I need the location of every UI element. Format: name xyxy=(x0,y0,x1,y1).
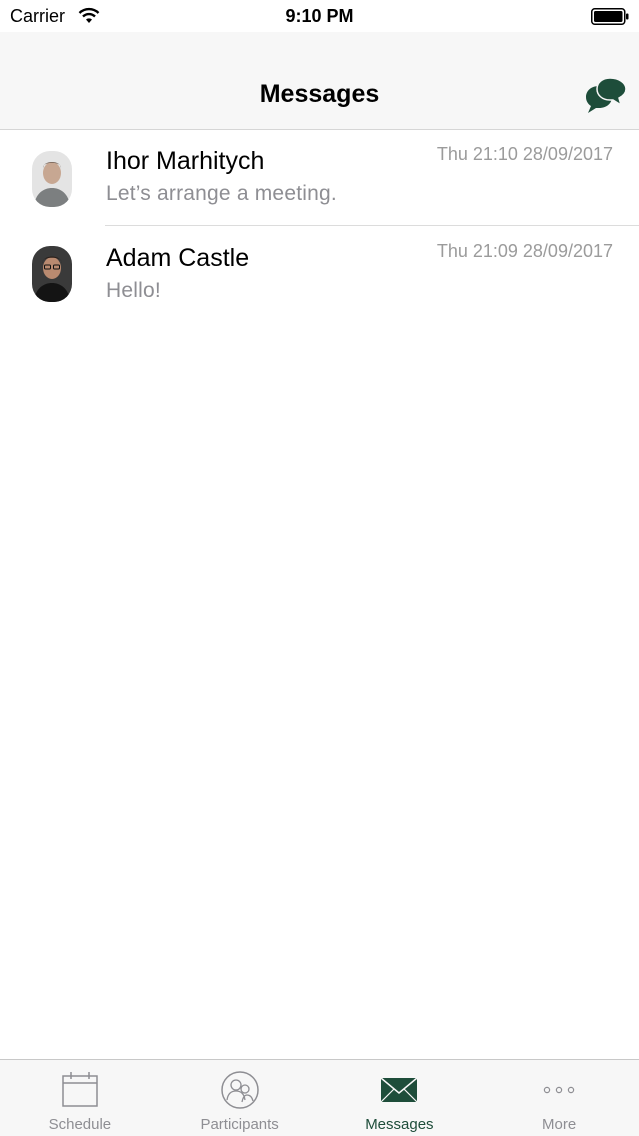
contact-name: Ihor Marhitych xyxy=(106,147,265,175)
avatar xyxy=(32,151,72,207)
tab-messages[interactable]: Messages xyxy=(320,1060,480,1136)
more-dots-icon xyxy=(543,1086,575,1094)
status-bar: Carrier 9:10 PM xyxy=(0,0,639,32)
conversation-list: Ihor Marhitych Let’s arrange a meeting. … xyxy=(0,131,639,322)
tab-label: Messages xyxy=(365,1116,434,1133)
battery-icon xyxy=(591,8,629,25)
message-preview: Let’s arrange a meeting. xyxy=(106,182,337,205)
conversation-row[interactable]: Adam Castle Hello! Thu 21:09 28/09/2017 xyxy=(0,226,639,322)
tab-more[interactable]: More xyxy=(479,1060,639,1136)
navigation-bar: Messages xyxy=(0,32,639,130)
calendar-icon xyxy=(62,1072,98,1107)
tab-schedule[interactable]: Schedule xyxy=(0,1060,160,1136)
envelope-icon xyxy=(380,1077,418,1103)
tab-bar: Schedule Participants Messages More xyxy=(0,1059,639,1136)
tab-label: More xyxy=(542,1116,577,1133)
conversation-row[interactable]: Ihor Marhitych Let’s arrange a meeting. … xyxy=(0,131,639,226)
message-timestamp: Thu 21:09 28/09/2017 xyxy=(436,241,613,261)
message-preview: Hello! xyxy=(106,279,161,302)
page-title: Messages xyxy=(259,80,380,108)
message-timestamp: Thu 21:10 28/09/2017 xyxy=(436,144,613,164)
tab-label: Schedule xyxy=(48,1116,112,1133)
status-time: 9:10 PM xyxy=(285,6,354,26)
avatar xyxy=(32,246,72,302)
tab-label: Participants xyxy=(200,1116,279,1133)
contact-name: Adam Castle xyxy=(106,244,250,272)
chat-bubbles-icon[interactable] xyxy=(585,76,627,116)
tab-participants[interactable]: Participants xyxy=(160,1060,320,1136)
participants-icon xyxy=(220,1071,259,1109)
